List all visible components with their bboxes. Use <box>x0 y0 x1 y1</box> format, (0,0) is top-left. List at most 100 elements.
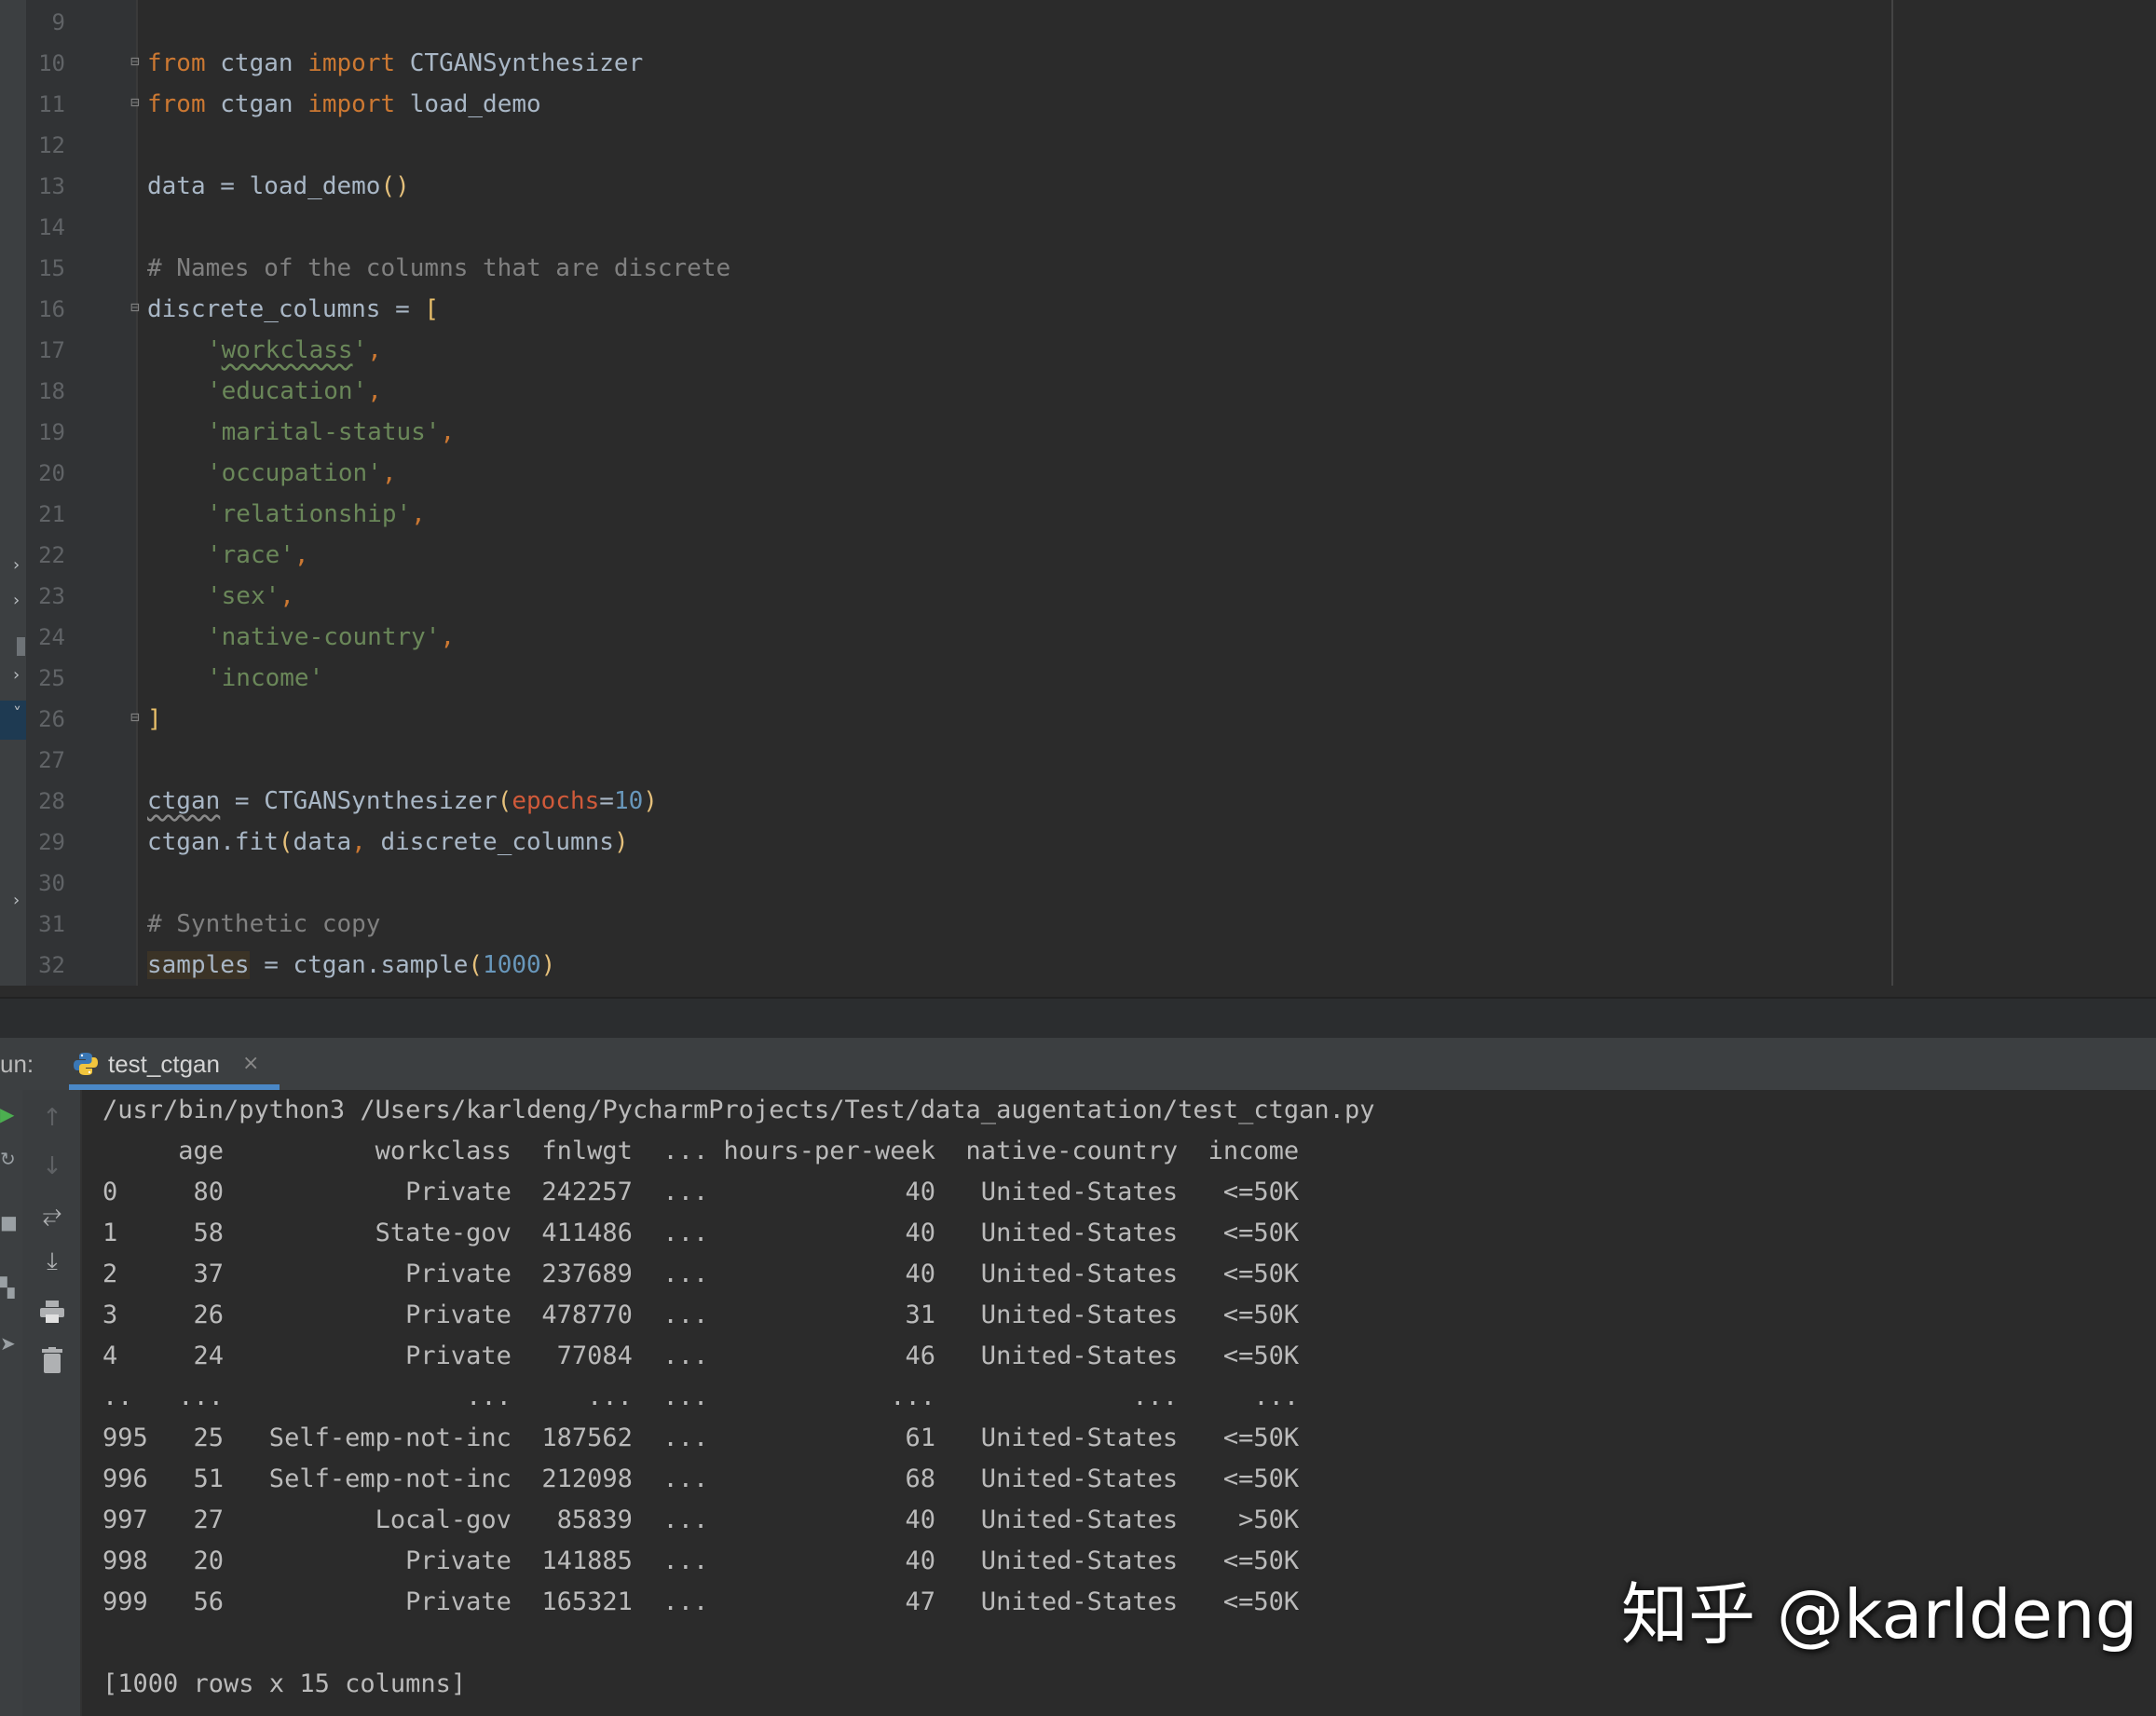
code-line-19[interactable]: 'marital-status', <box>207 412 455 453</box>
number-literal: 10 <box>613 787 644 815</box>
rerun-icon[interactable]: ▶ <box>0 1103 19 1125</box>
paren-token: ( <box>468 951 484 979</box>
trash-icon[interactable] <box>37 1345 67 1375</box>
code-line-17[interactable]: 'workclass', <box>207 330 382 371</box>
line-number: 28 <box>38 788 65 814</box>
bracket-token: ] <box>147 705 162 733</box>
code-line-21[interactable]: 'relationship', <box>207 494 426 535</box>
scroll-to-end-icon[interactable]: ⤓ <box>37 1246 67 1276</box>
line-number: 27 <box>38 747 65 773</box>
paren-token: ( <box>497 787 512 815</box>
soft-wrap-icon[interactable]: ⥂ <box>37 1200 67 1230</box>
code-token: discrete_columns = <box>147 295 425 323</box>
panel-splitter[interactable] <box>0 997 2156 1040</box>
structure-strip <box>0 0 26 997</box>
line-number: 12 <box>38 132 65 158</box>
number-literal: 1000 <box>483 951 541 979</box>
refresh-icon[interactable]: ↻ <box>0 1148 19 1170</box>
code-token: CTGANSynthesizer <box>395 49 644 77</box>
print-icon[interactable] <box>37 1297 67 1327</box>
line-number: 18 <box>38 378 65 404</box>
bookmark-mark <box>17 637 25 656</box>
line-number: 17 <box>38 337 65 363</box>
code-token: load_demo <box>395 90 541 118</box>
code-line-29[interactable]: ctgan.fit(data, discrete_columns) <box>147 822 629 863</box>
fold-icon[interactable]: ⊟ <box>127 93 143 112</box>
code-line-26[interactable]: ] <box>147 699 162 740</box>
arrow-down-icon[interactable]: ↓ <box>37 1151 67 1181</box>
string-literal: ' <box>207 336 222 364</box>
line-number: 20 <box>38 460 65 486</box>
code-line-16[interactable]: discrete_columns = [ <box>147 289 439 330</box>
line-number: 24 <box>38 624 65 650</box>
code-line-18[interactable]: 'education', <box>207 371 382 412</box>
variable-token: ctgan <box>147 787 221 815</box>
line-number: 15 <box>38 255 65 281</box>
table-header: age workclass fnlwgt ... hours-per-week … <box>102 1137 1300 1165</box>
pin-icon[interactable]: ➤ <box>0 1332 19 1355</box>
fold-icon[interactable]: ⊟ <box>127 298 143 317</box>
line-number: 30 <box>38 870 65 896</box>
keyword: from <box>147 90 206 118</box>
code-line-23[interactable]: 'sex', <box>207 576 294 617</box>
paren-token: ) <box>613 828 629 856</box>
paren-token: ) <box>540 951 556 979</box>
code-line-10[interactable]: from ctgan import CTGANSynthesizer <box>147 43 643 84</box>
chevron-right-icon[interactable]: › <box>13 665 20 685</box>
fold-icon[interactable]: ⊟ <box>127 708 143 727</box>
string-literal: 'occupation' <box>207 459 382 487</box>
comma-token: , <box>367 336 382 364</box>
arrow-up-icon[interactable]: ↑ <box>37 1103 67 1133</box>
param-name: epochs <box>512 787 600 815</box>
code-editor[interactable]: › › › ˅ › 9 10 11 12 13 14 15 16 17 18 1… <box>0 0 2156 997</box>
table-row: 2 37 Private 237689 ... 40 United-States… <box>102 1260 1300 1288</box>
gutter-divider <box>136 0 138 997</box>
code-line-20[interactable]: 'occupation', <box>207 453 397 494</box>
line-number: 9 <box>51 9 65 35</box>
comma-token: , <box>381 459 397 487</box>
line-number: 13 <box>38 173 65 199</box>
table-row: 4 24 Private 77084 ... 46 United-States … <box>102 1341 1300 1370</box>
string-literal: 'native-country' <box>207 623 441 651</box>
chevron-right-icon[interactable]: › <box>13 891 20 910</box>
zhihu-watermark: 知乎 @karldeng <box>1621 1575 2138 1654</box>
string-literal: 'income' <box>207 664 324 692</box>
table-summary: [1000 rows x 15 columns] <box>102 1669 467 1698</box>
paren-token: () <box>380 172 410 200</box>
code-line-28[interactable]: ctgan = CTGANSynthesizer(epochs=10) <box>147 781 658 822</box>
code-line-15[interactable]: # Names of the columns that are discrete <box>147 248 730 289</box>
code-line-11[interactable]: from ctgan import load_demo <box>147 84 541 125</box>
stop-icon[interactable]: ■ <box>0 1211 19 1233</box>
code-line-22[interactable]: 'race', <box>207 535 309 576</box>
table-row: 3 26 Private 478770 ... 31 United-States… <box>102 1301 1300 1329</box>
comma-token: , <box>440 623 456 651</box>
chevron-down-icon[interactable]: ˅ <box>13 704 21 724</box>
string-literal: 'education' <box>207 377 368 405</box>
line-number: 29 <box>38 829 65 855</box>
comma-token: , <box>367 377 382 405</box>
editor-bottom-edge <box>0 986 2156 997</box>
comma-token: , <box>280 582 294 610</box>
table-row: 0 80 Private 242257 ... 40 United-States… <box>102 1178 1300 1206</box>
run-side-strip <box>0 1090 22 1716</box>
close-icon[interactable]: × <box>242 1038 259 1090</box>
code-line-25[interactable]: 'income' <box>207 658 323 699</box>
layout-icon[interactable]: ▚ <box>0 1276 19 1299</box>
code-line-13[interactable]: data = load_demo() <box>147 166 410 207</box>
line-number: 11 <box>38 91 65 117</box>
line-number: 19 <box>38 419 65 445</box>
chevron-right-icon[interactable]: › <box>13 591 20 610</box>
line-number: 23 <box>38 583 65 609</box>
code-token: data <box>293 828 352 856</box>
line-number: 21 <box>38 501 65 527</box>
fold-icon[interactable]: ⊟ <box>127 52 143 71</box>
table-row: 1 58 State-gov 411486 ... 40 United-Stat… <box>102 1219 1300 1247</box>
bracket-token: [ <box>424 295 440 323</box>
chevron-right-icon[interactable]: › <box>13 555 20 575</box>
paren-token: ) <box>643 787 658 815</box>
code-line-24[interactable]: 'native-country', <box>207 617 455 658</box>
code-line-32[interactable]: samples = ctgan.sample(1000) <box>147 945 555 986</box>
code-line-31[interactable]: # Synthetic copy <box>147 904 380 945</box>
string-literal: 'marital-status' <box>207 418 441 446</box>
console-command: /usr/bin/python3 /Users/karldeng/Pycharm… <box>102 1096 1375 1124</box>
